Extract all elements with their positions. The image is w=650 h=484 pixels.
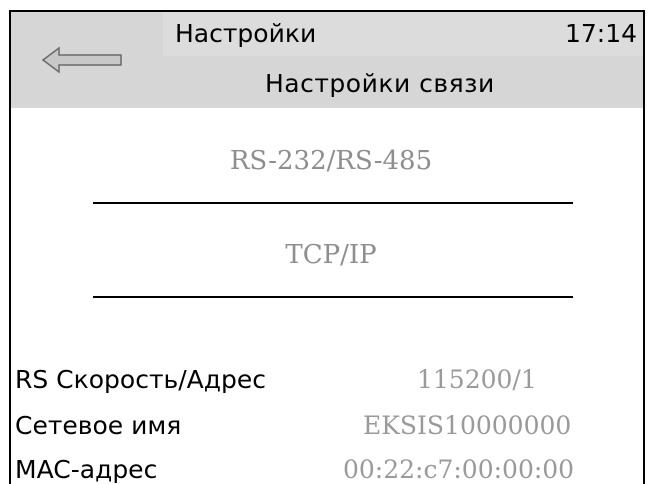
page-subtitle: Настройки связи [265, 69, 495, 98]
network-name-value: EKSIS10000000 [363, 411, 572, 440]
page-title: Настройки [175, 19, 317, 48]
device-screen: Настройки 17:14 Настройки связи RS-232/R… [9, 10, 645, 484]
back-arrow-icon [41, 46, 122, 74]
rs-speed-address-value: 115200/1 [417, 365, 537, 394]
rs-speed-address-label: RS Скорость/Адрес [15, 365, 267, 394]
network-name-label: Сетевое имя [15, 411, 182, 440]
mac-address-label: MAC-адрес [15, 455, 158, 484]
menu-item-rs232-rs485[interactable]: RS-232/RS-485 [91, 144, 571, 178]
clock-time: 17:14 [564, 19, 637, 48]
menu-item-tcp-ip[interactable]: TCP/IP [91, 238, 571, 272]
divider [93, 202, 573, 204]
back-button[interactable] [37, 38, 129, 82]
mac-address-value: 00:22:c7:00:00:00 [343, 455, 575, 484]
divider [93, 296, 573, 298]
